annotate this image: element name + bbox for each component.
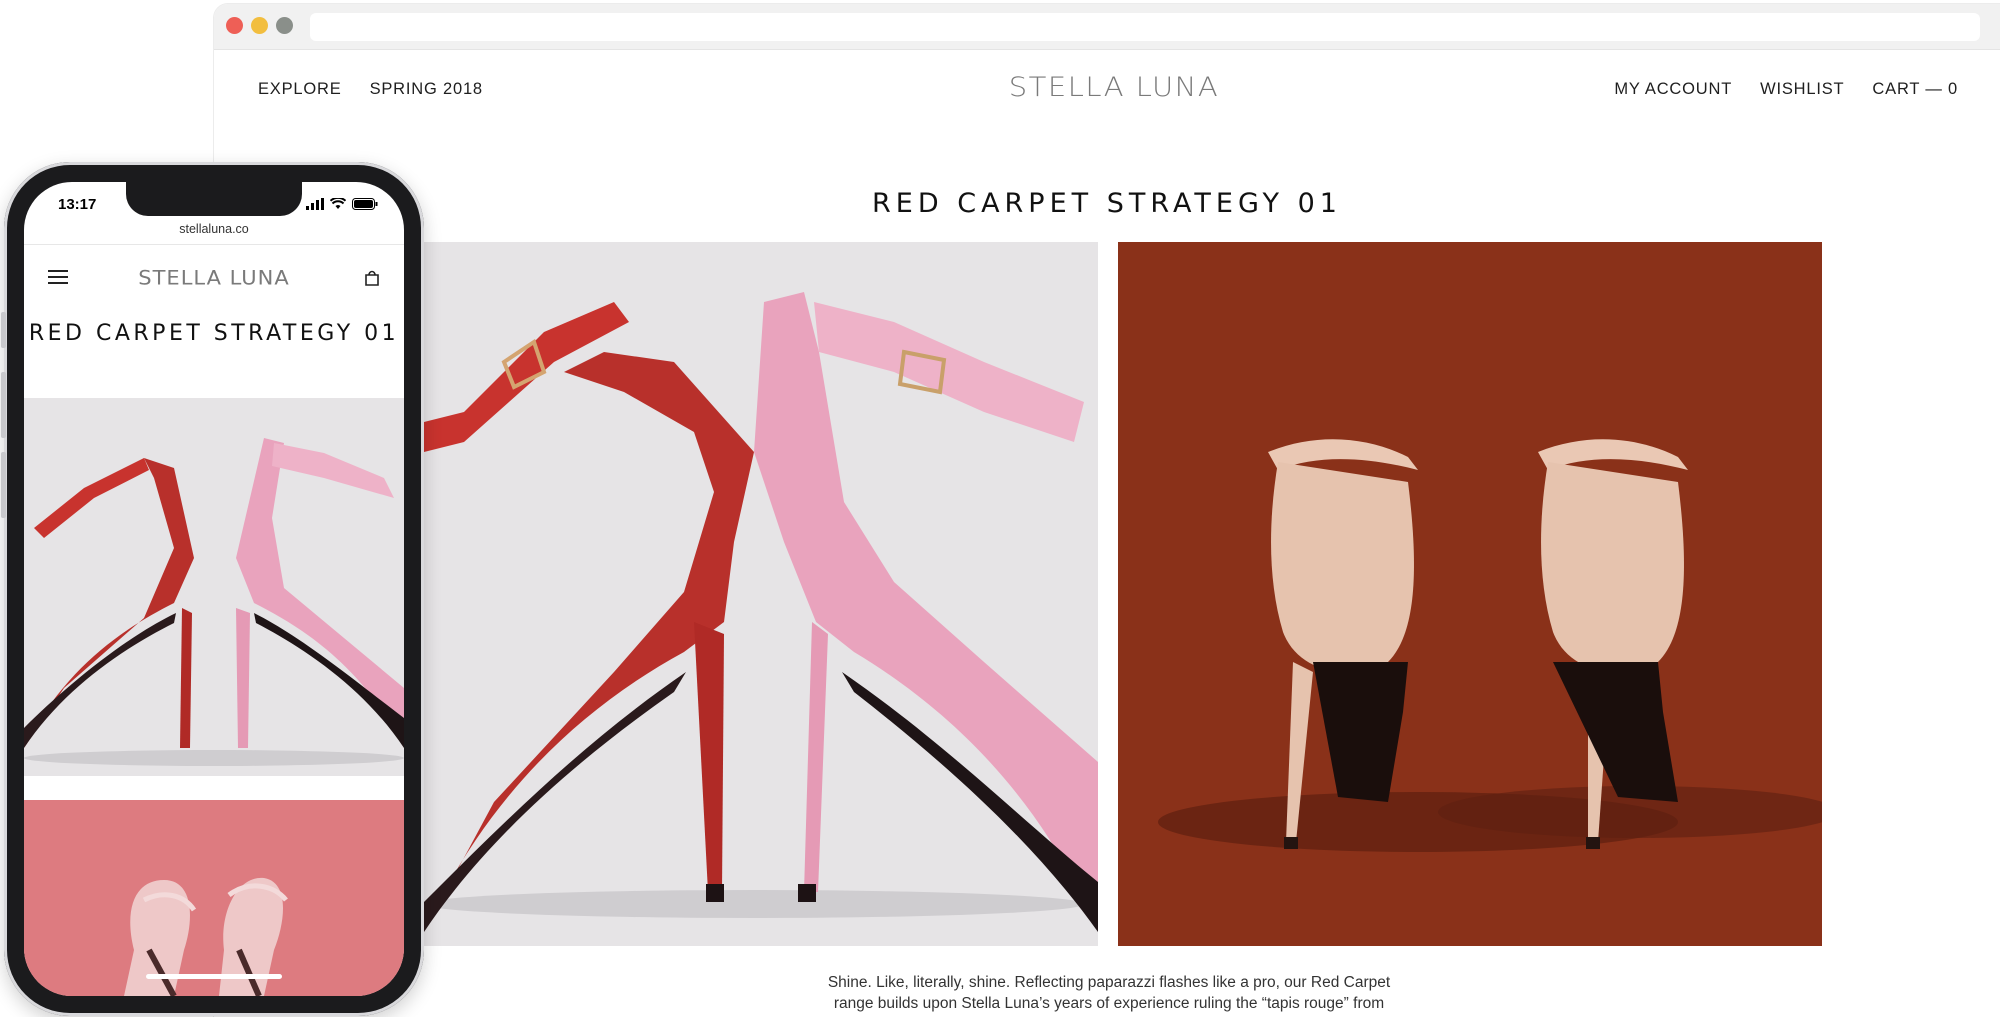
collection-description: Shine. Like, literally, shine. Reflectin…	[814, 972, 1404, 1014]
bag-icon[interactable]	[362, 268, 382, 288]
site-logo[interactable]: STELLA LUNA	[994, 71, 1234, 102]
primary-nav: EXPLORE SPRING 2018	[258, 76, 483, 102]
maximize-window-button[interactable]	[276, 17, 293, 34]
page-title: RED CARPET STRATEGY 01	[872, 188, 1342, 219]
wifi-icon	[330, 198, 346, 209]
status-icons	[306, 198, 378, 210]
browser-toolbar	[214, 4, 2000, 50]
my-account-link[interactable]: MY ACCOUNT	[1614, 80, 1732, 99]
wishlist-link[interactable]: WISHLIST	[1760, 80, 1844, 99]
phone-screen: 13:17 stellaluna.co STELLA LUNA RED CARP…	[24, 182, 404, 996]
mobile-page-title: RED CARPET STRATEGY 01	[28, 321, 400, 346]
mobile-hero-image-red-pink-heels	[24, 398, 404, 776]
signal-icon	[306, 198, 324, 210]
phone-mute-switch	[1, 312, 6, 348]
mobile-image-pink-backdrop-heels	[24, 800, 404, 996]
mobile-site-logo[interactable]: STELLA LUNA	[24, 267, 404, 289]
mobile-phone-mockup: 13:17 stellaluna.co STELLA LUNA RED CARP…	[1, 162, 424, 1016]
nav-explore-link[interactable]: EXPLORE	[258, 80, 342, 99]
account-nav: MY ACCOUNT WISHLIST CART — 0	[1614, 76, 1958, 102]
hero-image-red-pink-heels	[424, 242, 1098, 946]
status-time: 13:17	[58, 196, 97, 213]
phone-notch	[126, 182, 302, 216]
desktop-browser-window: EXPLORE SPRING 2018 STELLA LUNA MY ACCOU…	[214, 4, 2000, 1017]
cart-link[interactable]: CART — 0	[1872, 80, 1958, 99]
url-divider	[24, 244, 404, 245]
mobile-url-bar[interactable]: stellaluna.co	[24, 222, 404, 236]
battery-icon	[352, 198, 378, 210]
address-bar[interactable]	[310, 13, 1980, 41]
home-indicator[interactable]	[146, 974, 282, 979]
phone-volume-down-button	[1, 452, 6, 518]
close-window-button[interactable]	[226, 17, 243, 34]
description-line-2: range builds upon Stella Luna’s years of…	[833, 995, 1385, 1012]
phone-volume-up-button	[1, 372, 6, 438]
hero-image-nude-heels	[1118, 242, 1822, 946]
nav-spring-2018-link[interactable]: SPRING 2018	[370, 80, 483, 99]
description-line-1: Shine. Like, literally, shine. Reflectin…	[827, 974, 1391, 991]
minimize-window-button[interactable]	[251, 17, 268, 34]
